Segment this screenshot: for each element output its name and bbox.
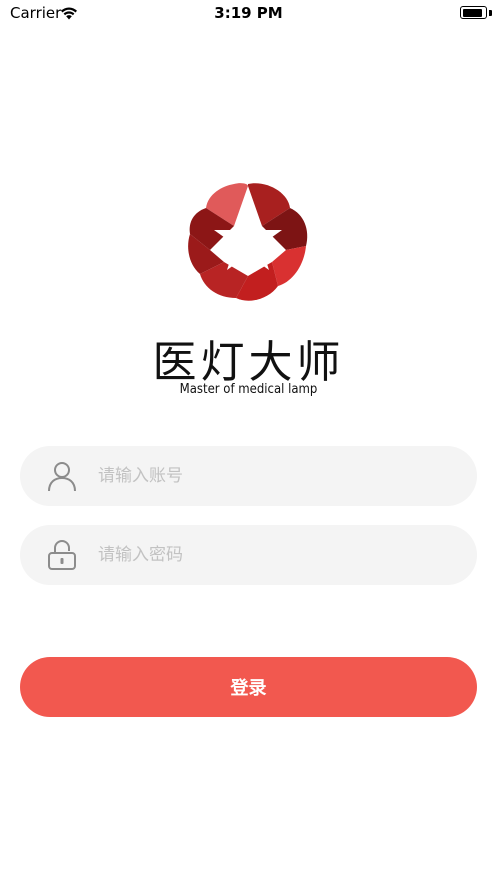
account-input[interactable]	[98, 446, 458, 506]
brand-logo: 医灯大师 Master of medical lamp	[0, 178, 497, 408]
status-bar: Carrier 3:19 PM	[0, 0, 497, 28]
password-input[interactable]	[98, 525, 458, 585]
password-field[interactable]	[20, 525, 477, 585]
battery-tip	[489, 10, 492, 16]
user-icon	[46, 460, 78, 492]
brand-name: 医灯大师	[152, 337, 345, 388]
battery-level	[462, 8, 483, 17]
brand-tagline: Master of medical lamp	[179, 382, 318, 397]
lock-icon	[46, 539, 78, 571]
login-button[interactable]: 登录	[20, 657, 477, 717]
account-field[interactable]	[20, 446, 477, 506]
battery-icon	[460, 6, 487, 19]
clock: 3:19 PM	[214, 4, 283, 22]
red-star-flower-logo-icon	[188, 183, 308, 301]
